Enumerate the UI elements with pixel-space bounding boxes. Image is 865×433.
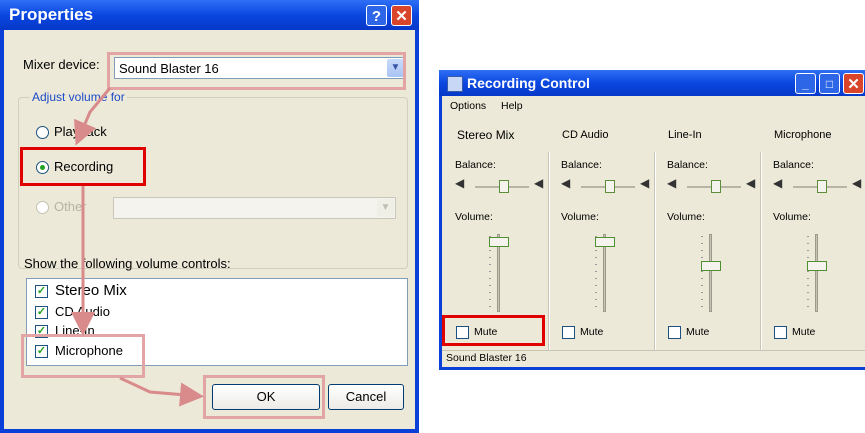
balance-slider[interactable] (817, 180, 827, 193)
stereo-mix-checkbox[interactable]: ✓ (35, 285, 48, 298)
mute-highlight (442, 315, 545, 346)
volume-label: Volume: (667, 211, 705, 223)
volume-slider[interactable] (489, 237, 509, 247)
channel-separator (654, 152, 656, 350)
speaker-left-icon: ◀ (561, 176, 571, 190)
speaker-right-icon: ◀ (746, 176, 756, 190)
other-device-select[interactable]: ▼ (113, 197, 396, 219)
other-label: Other (54, 199, 87, 214)
chevron-down-icon: ▼ (377, 199, 394, 217)
properties-titlebar[interactable]: Properties ? ✕ (0, 0, 419, 30)
cd-audio-label: CD Audio (55, 304, 110, 319)
speaker-right-icon: ◀ (852, 176, 862, 190)
volume-label: Volume: (455, 211, 493, 223)
balance-label: Balance: (667, 159, 708, 171)
microphone-highlight (21, 334, 145, 378)
help-button[interactable]: ? (366, 5, 387, 26)
volume-slider[interactable] (807, 261, 827, 271)
show-controls-label: Show the following volume controls: (24, 256, 231, 271)
speaker-right-icon: ◀ (640, 176, 650, 190)
speaker-left-icon: ◀ (455, 176, 465, 190)
mixer-app-icon (447, 76, 463, 92)
channel-separator (548, 152, 550, 350)
volume-track (815, 234, 818, 312)
speaker-left-icon: ◀ (667, 176, 677, 190)
status-bar: Sound Blaster 16 (442, 350, 865, 367)
maximize-icon[interactable]: □ (819, 73, 840, 94)
speaker-right-icon: ◀ (534, 176, 544, 190)
ok-highlight (203, 375, 325, 419)
mute-checkbox[interactable] (774, 326, 787, 339)
recording-titlebar[interactable]: Recording Control _ □ ✕ (439, 70, 865, 96)
volume-slider[interactable] (595, 237, 615, 247)
close-icon[interactable]: ✕ (843, 73, 864, 94)
volume-slider[interactable] (701, 261, 721, 271)
other-radio[interactable] (36, 201, 49, 214)
channel-name-microphone: Microphone (774, 129, 832, 141)
mixer-device-highlight (107, 52, 406, 90)
speaker-left-icon: ◀ (773, 176, 783, 190)
channel-name-line-in: Line-In (668, 129, 702, 141)
adjust-volume-legend: Adjust volume for (30, 90, 127, 104)
playback-radio[interactable] (36, 126, 49, 139)
balance-slider[interactable] (605, 180, 615, 193)
cd-audio-checkbox[interactable]: ✓ (35, 306, 48, 319)
volume-label: Volume: (561, 211, 599, 223)
playback-label: Playback (54, 124, 107, 139)
recording-highlight (20, 147, 146, 186)
window-title: Recording Control (467, 75, 590, 91)
mute-label: Mute (792, 326, 816, 338)
menu-help[interactable]: Help (501, 100, 523, 112)
mute-checkbox[interactable] (562, 326, 575, 339)
channel-name-stereo-mix: Stereo Mix (457, 128, 515, 142)
stereo-mix-label: Stereo Mix (55, 282, 127, 299)
cancel-button[interactable]: Cancel (328, 384, 404, 410)
minimize-icon[interactable]: _ (795, 73, 816, 94)
volume-ticks (701, 236, 703, 308)
close-button[interactable]: ✕ (391, 5, 412, 26)
volume-ticks (807, 236, 809, 308)
volume-track (709, 234, 712, 312)
balance-label: Balance: (561, 159, 602, 171)
balance-label: Balance: (773, 159, 814, 171)
balance-label: Balance: (455, 159, 496, 171)
mute-label: Mute (686, 326, 710, 338)
mixer-device-label: Mixer device: (23, 57, 100, 72)
balance-slider[interactable] (499, 180, 509, 193)
mute-checkbox[interactable] (668, 326, 681, 339)
status-device: Sound Blaster 16 (446, 352, 527, 364)
channel-name-cd-audio: CD Audio (562, 129, 609, 141)
mute-label: Mute (580, 326, 604, 338)
balance-slider[interactable] (711, 180, 721, 193)
dialog-title: Properties (9, 5, 94, 24)
channel-separator (760, 152, 762, 350)
volume-label: Volume: (773, 211, 811, 223)
menu-options[interactable]: Options (450, 100, 486, 112)
